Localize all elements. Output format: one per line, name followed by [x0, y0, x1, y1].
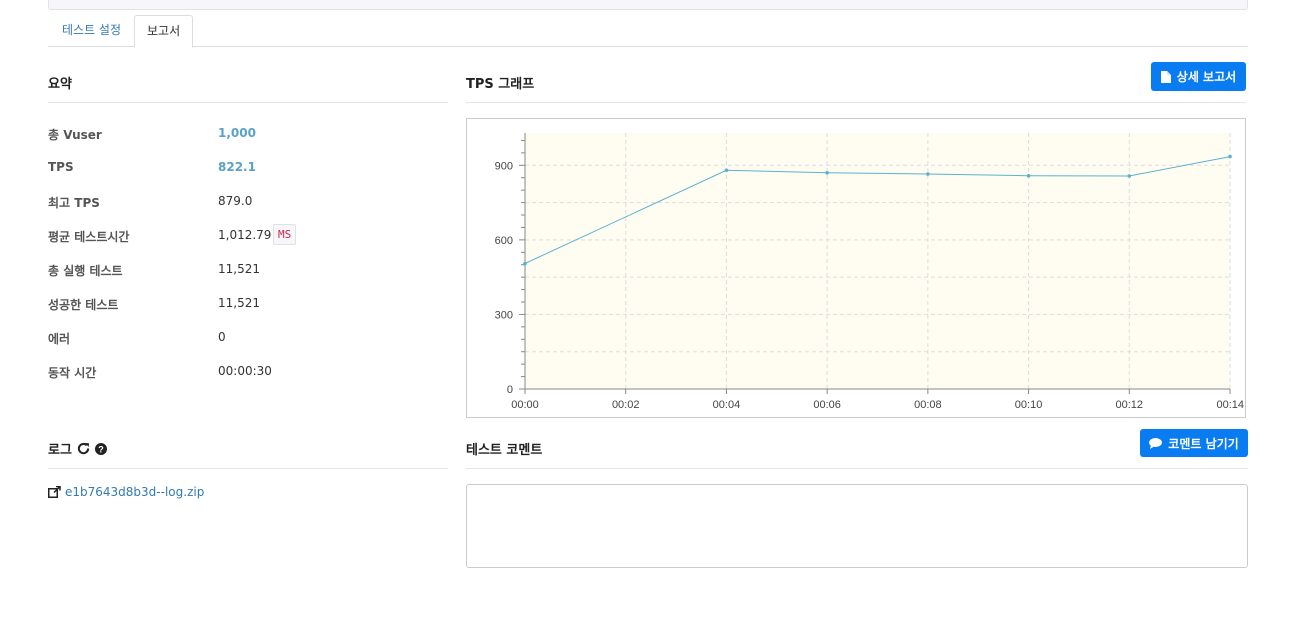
- summary-value-total-tests: 11,521: [218, 262, 260, 276]
- tps-data-point: [825, 170, 829, 175]
- summary-label-peak-tps: 최고 TPS: [48, 196, 100, 210]
- comment-divider: [466, 468, 1248, 469]
- log-file-link[interactable]: e1b7643d8b3d--log.zip: [48, 485, 204, 499]
- summary-value-peak-tps: 879.0: [218, 194, 253, 208]
- tps-data-point: [523, 261, 527, 266]
- summary-value-tps: 822.1: [218, 160, 256, 174]
- tab-bar: 테스트 설정 보고서: [48, 15, 1248, 48]
- summary-value-run-time: 00:00:30: [218, 364, 272, 378]
- tps-graph-divider: [466, 102, 1246, 103]
- tab-test-settings[interactable]: 테스트 설정: [50, 15, 133, 47]
- external-link-icon: [48, 486, 61, 498]
- summary-label-vuser: 총 Vuser: [48, 128, 102, 142]
- summary-label-total-tests: 총 실행 테스트: [48, 264, 123, 278]
- tps-chart-svg: 0 300 600 900 00:00 00:02 00:04 00:06 00:08 00:10…: [495, 133, 1244, 411]
- y-tick-label: 600: [495, 235, 513, 247]
- summary-label-errors: 에러: [48, 332, 71, 346]
- x-tick-label: 00:06: [813, 399, 841, 411]
- tps-data-point: [926, 172, 930, 176]
- log-header: 로그 ?: [48, 439, 107, 458]
- detail-report-label: 상세 보고서: [1176, 70, 1237, 84]
- top-panel-edge: [48, 0, 1248, 10]
- x-tick-label: 00:08: [914, 399, 942, 411]
- plot-area: [525, 133, 1230, 389]
- y-tick-label: 300: [495, 309, 513, 321]
- x-tick-label: 00:00: [511, 399, 539, 411]
- summary-label-successful-tests: 성공한 테스트: [48, 298, 119, 312]
- svg-text:?: ?: [98, 444, 104, 454]
- comment-title: 테스트 코멘트: [466, 443, 543, 458]
- y-tick-label: 900: [495, 160, 513, 172]
- unit-badge-ms: MS: [273, 224, 297, 245]
- file-icon: [1160, 70, 1171, 83]
- tps-data-point: [1127, 174, 1132, 178]
- summary-title: 요약: [48, 77, 72, 92]
- summary-value-mean-test-time: 1,012.79: [218, 228, 272, 242]
- summary-label-tps: TPS: [48, 160, 74, 174]
- summary-value-errors: 0: [218, 330, 226, 344]
- comment-area[interactable]: [466, 484, 1248, 568]
- tps-graph-title: TPS 그래프: [466, 77, 535, 92]
- tps-chart: 0 300 600 900 00:00 00:02 00:04 00:06 00:08 00:10…: [466, 118, 1246, 418]
- x-tick-label: 00:10: [1015, 399, 1043, 411]
- leave-comment-label: 코멘트 남기기: [1168, 436, 1239, 451]
- comment-icon: [1149, 437, 1163, 449]
- summary-value-vuser: 1,000: [218, 126, 256, 140]
- detail-report-button[interactable]: 상세 보고서: [1151, 62, 1246, 91]
- log-divider: [48, 468, 448, 469]
- summary-label-mean-test-time: 평균 테스트시간: [48, 230, 130, 244]
- x-tick-label: 00:12: [1116, 399, 1144, 411]
- log-file-name: e1b7643d8b3d--log.zip: [65, 485, 205, 499]
- summary-value-successful-tests: 11,521: [218, 296, 260, 310]
- summary-divider: [48, 102, 448, 103]
- y-tick-label: 0: [507, 384, 513, 396]
- log-title: 로그: [48, 443, 72, 458]
- leave-comment-button[interactable]: 코멘트 남기기: [1140, 429, 1248, 457]
- x-tick-label: 00:02: [612, 399, 640, 411]
- tps-data-point: [1026, 173, 1031, 178]
- tps-data-point: [724, 168, 729, 173]
- refresh-icon[interactable]: [77, 442, 90, 455]
- x-tick-label: 00:04: [713, 399, 741, 411]
- tps-data-point: [1228, 154, 1232, 159]
- summary-label-run-time: 동작 시간: [48, 366, 97, 380]
- help-icon[interactable]: ?: [94, 442, 107, 455]
- x-tick-label: 00:14: [1216, 399, 1244, 411]
- tab-report[interactable]: 보고서: [134, 15, 194, 48]
